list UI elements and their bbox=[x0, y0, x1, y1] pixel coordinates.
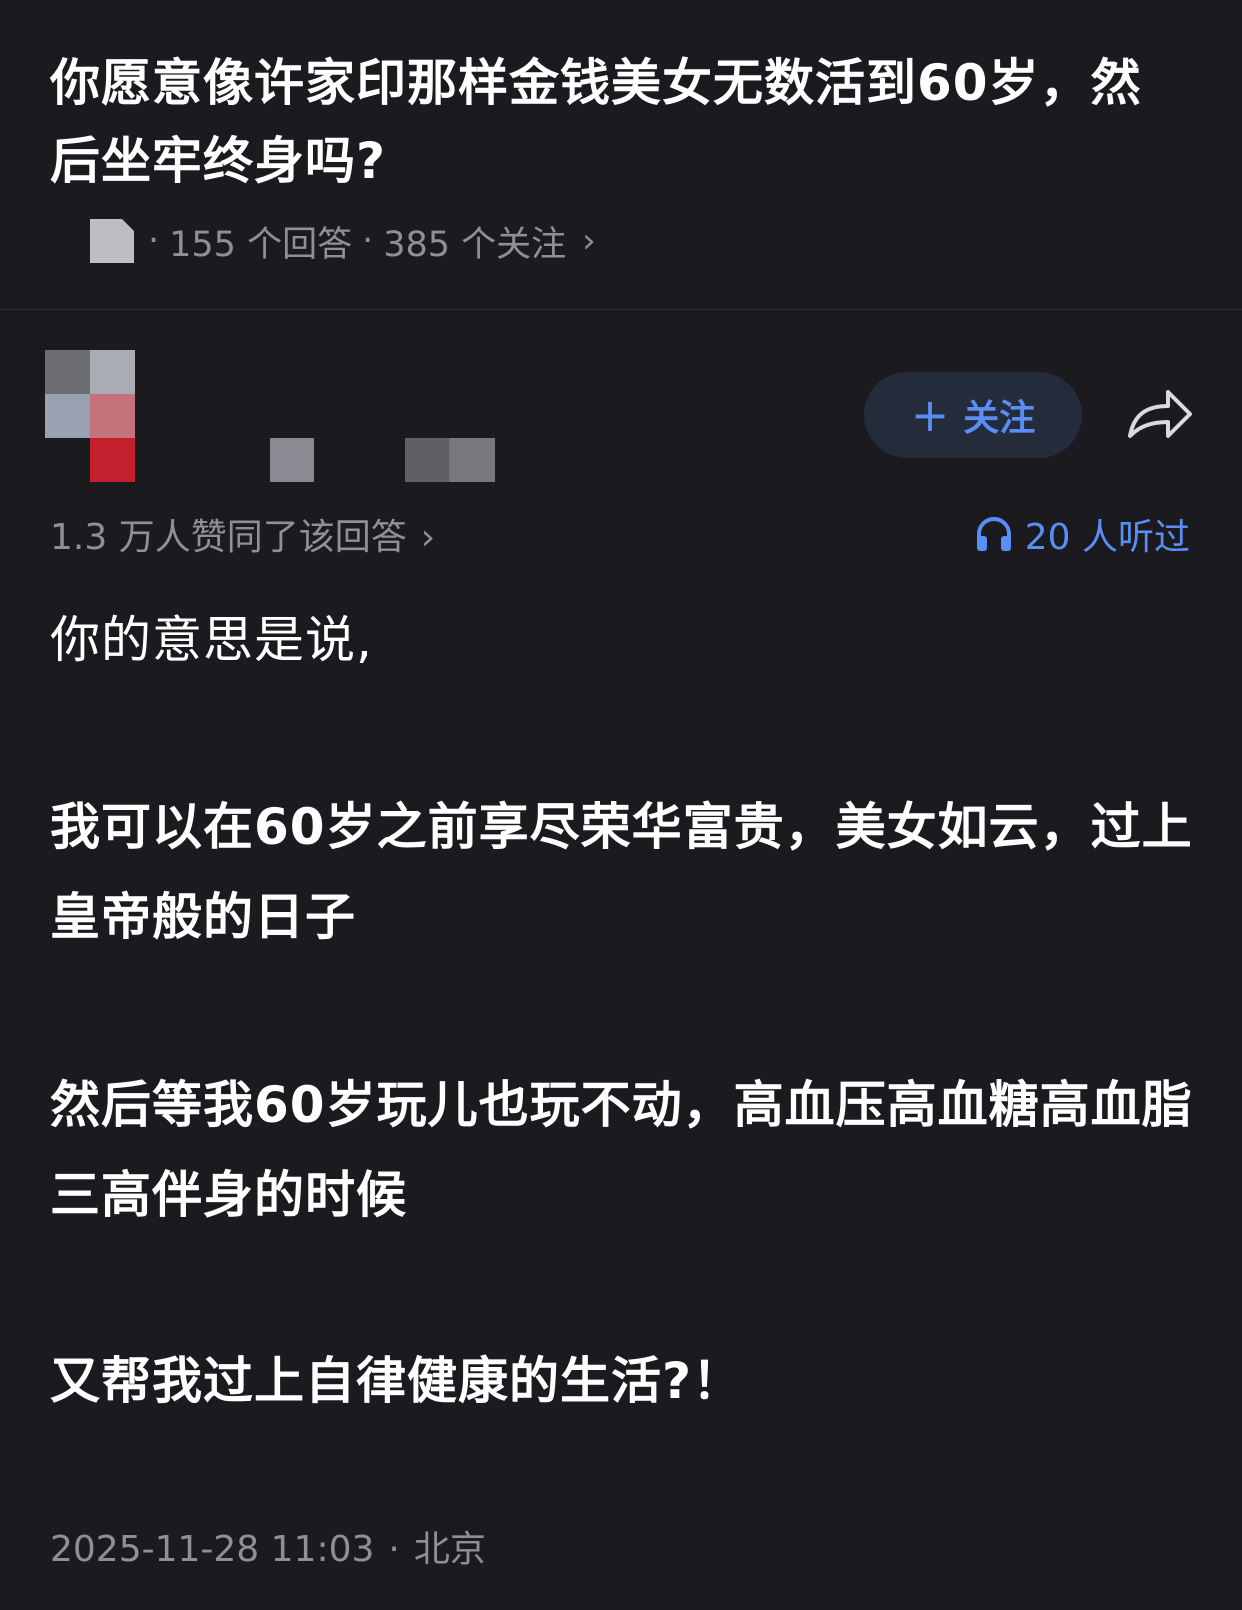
share-arrow-icon[interactable] bbox=[1124, 382, 1194, 448]
publish-datetime: 2025-11-28 11:03 bbox=[50, 1529, 375, 1570]
divider bbox=[0, 309, 1242, 310]
headphones-icon bbox=[976, 517, 1011, 551]
listen-count: 20 人听过 bbox=[1024, 517, 1190, 558]
question-meta[interactable]: · 155 个回答 · 385 个关注 › bbox=[90, 216, 596, 266]
publish-location: 北京 bbox=[413, 1529, 486, 1570]
answer-paragraph: 然后等我60岁玩儿也玩不动，高血压高血糖高血脂三高伴身的时候 bbox=[50, 1076, 1193, 1224]
answer-paragraph: 又帮我过上自律健康的生活?！ bbox=[50, 1352, 744, 1410]
followers-count: 385 个关注 bbox=[383, 224, 567, 265]
avatar[interactable] bbox=[45, 350, 135, 482]
answer-paragraph: 你的意思是说, bbox=[50, 611, 373, 669]
upvote-count: 1.3 万人赞同了该回答 bbox=[50, 517, 407, 558]
question-title[interactable]: 你愿意像许家印那样金钱美女无数活到60岁，然后坐牢终身吗? bbox=[50, 44, 1170, 200]
document-thumbnail-icon bbox=[90, 219, 134, 263]
author-name-redacted bbox=[405, 438, 449, 482]
plus-icon: + bbox=[910, 388, 950, 442]
answer-footer: 2025-11-28 11:03 · 北京 bbox=[50, 1520, 486, 1572]
answers-count: 155 个回答 bbox=[169, 224, 353, 265]
chevron-right-icon: › bbox=[420, 517, 436, 558]
upvote-count-link[interactable]: 1.3 万人赞同了该回答 › bbox=[50, 508, 435, 560]
listen-stat[interactable]: 20 人听过 bbox=[975, 508, 1190, 560]
follow-label: 关注 bbox=[963, 398, 1036, 439]
answer-paragraph: 我可以在60岁之前享尽荣华富贵，美女如云，过上皇帝般的日子 bbox=[50, 798, 1193, 946]
author-name-redacted[interactable] bbox=[270, 438, 314, 482]
chevron-right-icon: › bbox=[582, 221, 596, 261]
meta-separator: · bbox=[362, 221, 374, 261]
footer-separator: · bbox=[388, 1529, 400, 1570]
follow-button[interactable]: + 关注 bbox=[864, 372, 1082, 458]
meta-separator: · bbox=[148, 221, 160, 261]
author-name-redacted bbox=[449, 438, 495, 482]
